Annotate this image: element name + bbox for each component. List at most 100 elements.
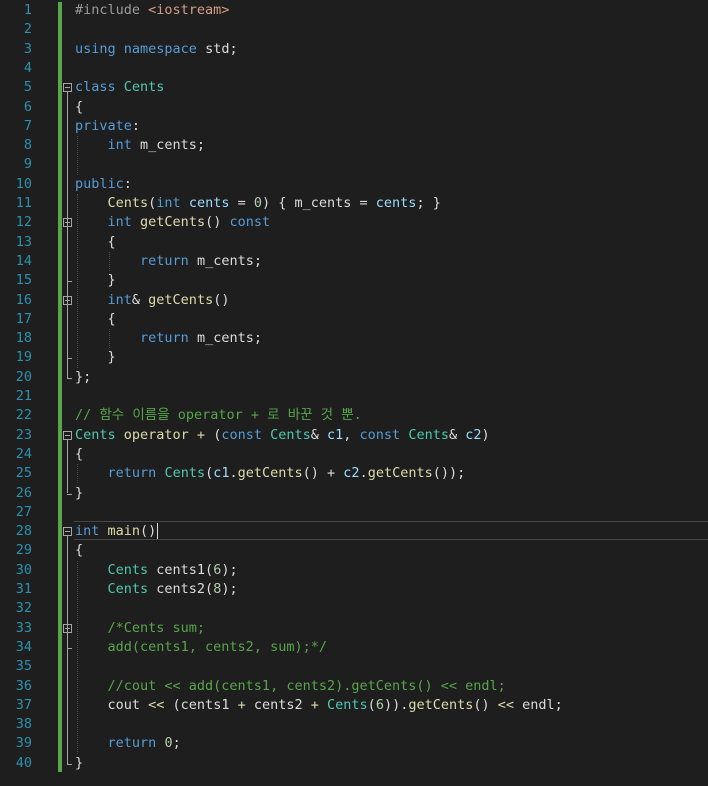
line-number: 19 <box>15 349 32 366</box>
code-line[interactable]: 38 <box>0 715 708 734</box>
code-text[interactable]: Cents(int cents = 0) { m_cents = cents; … <box>75 194 441 213</box>
code-token: namespace <box>123 40 197 57</box>
code-line[interactable]: 34 add(cents1, cents2, sum);*/ <box>0 638 708 657</box>
code-line[interactable]: 13 { <box>0 233 708 252</box>
code-token: return <box>107 465 157 482</box>
code-token: int <box>75 523 100 540</box>
code-line[interactable]: 16 int& getCents() <box>0 291 708 310</box>
code-text[interactable]: return 0; <box>75 734 181 753</box>
code-line[interactable]: 8 int m_cents; <box>0 136 708 155</box>
code-text[interactable]: // 함수 이름을 operator + 로 바꾼 것 뿐. <box>75 406 362 425</box>
code-line[interactable]: 23 Cents operator + (const Cents& c1, con… <box>0 426 708 445</box>
code-line[interactable]: 14 return m_cents; <box>0 252 708 271</box>
fold-toggle-getcents-const[interactable] <box>63 218 72 228</box>
code-line[interactable]: 40} <box>0 754 708 773</box>
line-number: 32 <box>15 600 32 617</box>
code-line[interactable]: 31 Cents cents2(8); <box>0 580 708 599</box>
code-text[interactable]: class Cents <box>75 78 164 97</box>
code-text[interactable]: public: <box>75 175 132 194</box>
code-text[interactable]: #include <iostream> <box>75 1 229 20</box>
code-text[interactable]: cout << (cents1 + cents2 + Cents(6)).get… <box>75 696 563 715</box>
code-line[interactable]: 25 return Cents(c1.getCents() + c2.getCe… <box>0 464 708 483</box>
code-text[interactable]: add(cents1, cents2, sum);*/ <box>75 638 327 657</box>
code-line[interactable]: 17 { <box>0 310 708 329</box>
code-text[interactable]: Cents operator + (const Cents& c1, const… <box>75 426 490 445</box>
indent-guide <box>77 194 78 368</box>
code-line[interactable]: 39 return 0; <box>0 734 708 753</box>
code-text[interactable]: return m_cents; <box>75 329 262 348</box>
line-number: 27 <box>15 503 32 520</box>
fold-toggle-operator[interactable] <box>63 430 72 440</box>
code-line[interactable]: 12 int getCents() const <box>0 213 708 232</box>
code-text[interactable]: { <box>75 310 116 329</box>
text-caret <box>157 523 158 539</box>
code-line[interactable]: 7 private: <box>0 117 708 136</box>
code-line[interactable]: 2 <box>0 20 708 39</box>
code-line[interactable]: 19 } <box>0 348 708 367</box>
code-text[interactable]: { <box>75 233 116 252</box>
code-text[interactable]: int getCents() const <box>75 213 271 232</box>
code-line[interactable]: 11 Cents(int cents = 0) { m_cents = cent… <box>0 194 708 213</box>
code-line[interactable]: 20}; <box>0 368 708 387</box>
code-token: } <box>75 349 116 366</box>
code-line[interactable]: 36 //cout << add(cents1, cents2).getCent… <box>0 677 708 696</box>
code-token: Cents <box>408 426 449 443</box>
fold-range-line <box>67 304 68 359</box>
fold-toggle-comment[interactable] <box>63 623 72 633</box>
code-line[interactable]: 24 { <box>0 445 708 464</box>
code-line[interactable]: 27 <box>0 503 708 522</box>
code-line[interactable]: 21 <box>0 387 708 406</box>
code-text[interactable]: Cents cents2(8); <box>75 580 238 599</box>
fold-toggle-main[interactable] <box>63 527 72 537</box>
code-text[interactable]: using namespace std; <box>75 40 238 59</box>
code-text[interactable]: } <box>75 484 83 503</box>
code-line[interactable]: 1 #include <iostream> <box>0 1 708 20</box>
code-text[interactable]: int main() <box>75 522 156 541</box>
code-line[interactable]: 32 <box>0 599 708 618</box>
code-token: cents <box>375 195 417 211</box>
code-line[interactable]: 28 int main() <box>0 522 708 541</box>
fold-toggle-getcents[interactable] <box>63 295 72 305</box>
code-text[interactable]: private: <box>75 117 140 136</box>
code-text[interactable]: int m_cents; <box>75 136 206 155</box>
fold-toggle-class[interactable] <box>63 83 72 93</box>
code-line[interactable]: 26} <box>0 484 708 503</box>
code-text[interactable]: { <box>75 445 83 464</box>
code-line[interactable]: 35 <box>0 657 708 676</box>
fold-range-line <box>67 536 68 764</box>
line-number: 17 <box>15 310 32 327</box>
code-text[interactable]: } <box>75 754 83 773</box>
code-text[interactable]: return Cents(c1.getCents() + c2.getCents… <box>75 464 466 483</box>
code-line[interactable]: 37 cout << (cents1 + cents2 + Cents(6)).… <box>0 696 708 715</box>
code-line[interactable]: 5 class Cents <box>0 78 708 97</box>
code-editor[interactable]: 1 #include <iostream> 2 3 using namespace st… <box>0 0 708 786</box>
code-line[interactable]: 3 using namespace std; <box>0 40 708 59</box>
code-text[interactable]: } <box>75 271 116 290</box>
code-token: , <box>343 426 360 443</box>
code-line[interactable]: 9 <box>0 155 708 174</box>
code-text[interactable]: { <box>75 541 83 560</box>
code-line[interactable]: 29 { <box>0 541 708 560</box>
code-text[interactable]: Cents cents1(6); <box>75 561 238 580</box>
code-line[interactable]: 33 /*Cents sum; <box>0 619 708 638</box>
code-text[interactable]: return m_cents; <box>75 252 262 271</box>
code-token: + <box>310 696 319 713</box>
line-number: 22 <box>15 407 32 424</box>
code-line[interactable]: 6{ <box>0 98 708 117</box>
code-line[interactable]: 4 <box>0 59 708 78</box>
code-text[interactable]: int& getCents() <box>75 291 230 310</box>
code-text[interactable]: }; <box>75 368 91 387</box>
code-token: Cents <box>75 426 116 443</box>
code-line[interactable]: 15 } <box>0 271 708 290</box>
code-text[interactable]: { <box>75 98 83 117</box>
code-text[interactable]: /*Cents sum; <box>75 619 206 638</box>
code-line[interactable]: 30 Cents cents1(6); <box>0 561 708 580</box>
code-line[interactable]: 22 // 함수 이름을 operator + 로 바꾼 것 뿐. <box>0 406 708 425</box>
code-line[interactable]: 18 return m_cents; <box>0 329 708 348</box>
code-text[interactable]: //cout << add(cents1, cents2).getCents()… <box>75 677 506 696</box>
code-text[interactable]: } <box>75 348 116 367</box>
code-line[interactable]: 10 public: <box>0 175 708 194</box>
